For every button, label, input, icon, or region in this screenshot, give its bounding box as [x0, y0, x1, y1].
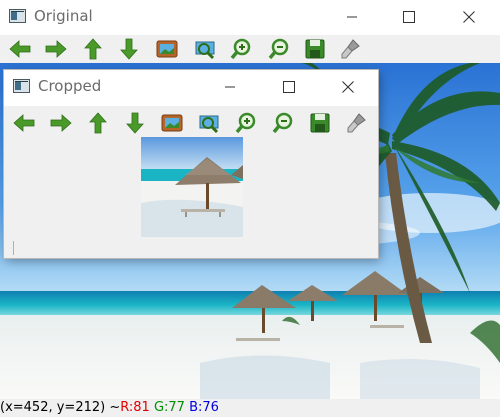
- save-icon: [310, 113, 330, 133]
- zoom-in-icon: [230, 38, 251, 60]
- cropped-zoom-to-region-button[interactable]: [195, 109, 223, 137]
- arrow-right-icon: [50, 114, 72, 132]
- cropped-minimize-button[interactable]: [207, 70, 253, 103]
- cropped-maximize-button[interactable]: [266, 70, 312, 103]
- cropped-toolbar: [4, 109, 378, 139]
- minimize-icon: [347, 16, 357, 17]
- pan-up-button[interactable]: [79, 35, 107, 63]
- save-button[interactable]: [301, 35, 329, 63]
- status-divider: [13, 241, 14, 255]
- arrow-up-icon: [84, 38, 102, 60]
- zoom-out-button[interactable]: [265, 35, 293, 63]
- cropped-zoom-in-button[interactable]: [232, 109, 260, 137]
- zoom-to-region-button[interactable]: [191, 35, 219, 63]
- zoom-out-icon: [268, 38, 289, 60]
- zoom-to-image-button[interactable]: [153, 35, 181, 63]
- close-button[interactable]: [446, 0, 492, 33]
- cropped-zoom-out-button[interactable]: [269, 109, 297, 137]
- cropped-save-button[interactable]: [306, 109, 334, 137]
- status-bar: (x=452, y=212) ~ R:81 G:77 B:76: [0, 399, 500, 417]
- cropped-pan-left-button[interactable]: [10, 109, 38, 137]
- original-toolbar: [0, 35, 500, 65]
- arrow-down-icon: [120, 38, 138, 60]
- pan-down-button[interactable]: [115, 35, 143, 63]
- original-window-title: Original: [34, 7, 93, 25]
- cropped-zoom-to-image-button[interactable]: [158, 109, 186, 137]
- cropped-window-title: Cropped: [38, 77, 102, 95]
- cropped-image-view[interactable]: [141, 137, 243, 237]
- arrow-right-icon: [45, 40, 67, 58]
- status-coordinates: (x=452, y=212) ~: [0, 400, 121, 415]
- status-green-value: G:77: [153, 400, 185, 415]
- maximize-button[interactable]: [386, 0, 432, 33]
- image-icon: [161, 114, 183, 132]
- minimize-icon: [225, 86, 235, 87]
- cropped-properties-button[interactable]: [343, 109, 371, 137]
- cropped-pan-right-button[interactable]: [47, 109, 75, 137]
- status-blue-value: B:76: [189, 400, 219, 415]
- zoom-region-icon: [195, 41, 215, 60]
- properties-button[interactable]: [337, 35, 365, 63]
- arrow-down-icon: [126, 112, 144, 134]
- arrow-up-icon: [89, 112, 107, 134]
- cropped-close-button[interactable]: [325, 70, 371, 103]
- status-red-value: R:81: [120, 400, 150, 415]
- cropped-titlebar[interactable]: Cropped: [4, 70, 378, 106]
- cropped-beach-image: [141, 137, 243, 237]
- cropped-window: Cropped: [4, 70, 378, 258]
- zoom-region-icon: [199, 115, 219, 134]
- arrow-left-icon: [13, 114, 35, 132]
- zoom-in-icon: [235, 112, 256, 134]
- cropped-status-bar: [4, 238, 378, 258]
- maximize-icon: [283, 80, 295, 93]
- minimize-button[interactable]: [329, 0, 375, 33]
- zoom-in-button[interactable]: [227, 35, 255, 63]
- pan-right-button[interactable]: [42, 35, 70, 63]
- close-icon: [342, 80, 354, 93]
- brush-icon: [347, 113, 366, 133]
- close-icon: [463, 10, 475, 23]
- original-titlebar[interactable]: Original: [0, 0, 500, 35]
- image-icon: [156, 40, 178, 58]
- app-icon: [13, 79, 30, 93]
- pan-left-button[interactable]: [6, 35, 34, 63]
- app-icon: [9, 9, 26, 23]
- arrow-left-icon: [9, 40, 31, 58]
- cropped-pan-down-button[interactable]: [121, 109, 149, 137]
- maximize-icon: [403, 10, 415, 23]
- zoom-out-icon: [272, 112, 293, 134]
- cropped-pan-up-button[interactable]: [84, 109, 112, 137]
- save-icon: [305, 39, 325, 59]
- brush-icon: [341, 39, 360, 59]
